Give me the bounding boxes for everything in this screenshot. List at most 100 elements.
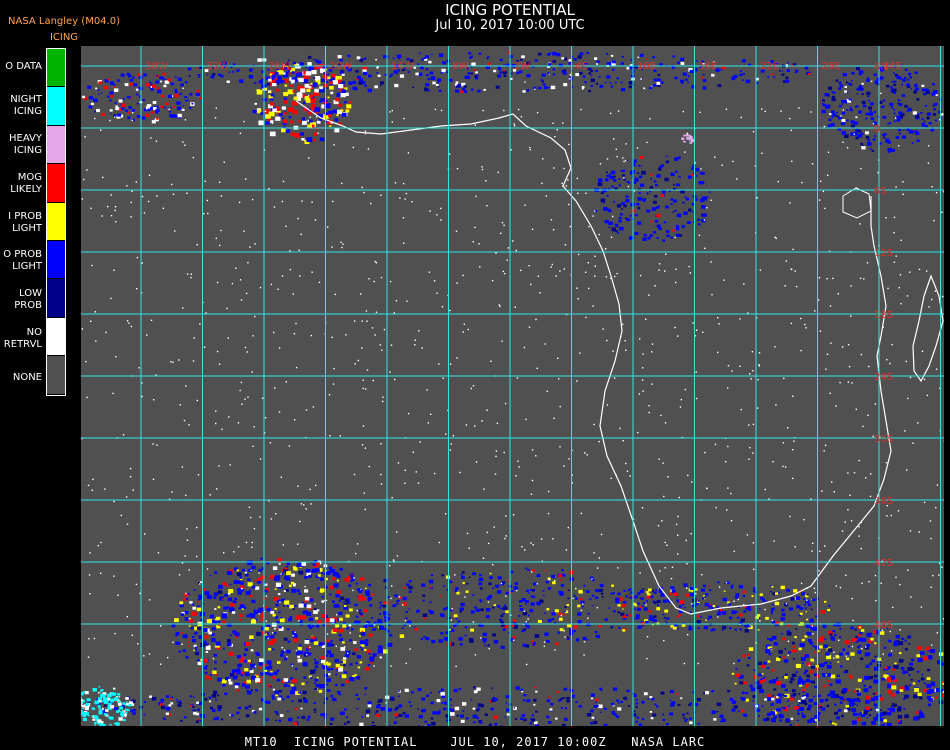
icing-pixel (453, 614, 458, 618)
icing-pixel (398, 690, 401, 692)
no-retrieval-pixel (902, 181, 904, 183)
icing-pixel (430, 574, 434, 576)
icing-pixel (797, 681, 801, 685)
no-retrieval-pixel (415, 471, 417, 473)
icing-pixel (618, 178, 621, 180)
no-retrieval-pixel (670, 577, 673, 580)
icing-pixel (182, 649, 186, 652)
no-retrieval-pixel (889, 630, 891, 633)
no-retrieval-pixel (463, 323, 465, 325)
icing-pixel (342, 601, 345, 603)
icing-pixel (938, 652, 944, 656)
icing-pixel (323, 72, 325, 74)
icing-pixel (191, 639, 196, 643)
icing-pixel (887, 683, 890, 685)
no-retrieval-pixel (144, 533, 146, 535)
no-retrieval-pixel (364, 130, 367, 132)
no-retrieval-pixel (749, 447, 751, 449)
no-retrieval-pixel (283, 649, 286, 651)
icing-pixel (610, 702, 614, 706)
no-retrieval-pixel (470, 387, 472, 390)
icing-pixel (223, 660, 227, 664)
icing-pixel (598, 76, 601, 78)
icing-pixel (275, 603, 279, 607)
icing-pixel (765, 616, 769, 620)
no-retrieval-pixel (389, 111, 391, 113)
icing-pixel (547, 72, 550, 75)
icing-pixel (426, 74, 429, 77)
icing-pixel (502, 613, 505, 615)
icing-pixel (97, 692, 100, 694)
icing-pixel (832, 722, 835, 725)
icing-pixel (908, 635, 912, 638)
icing-pixel (141, 116, 146, 120)
no-retrieval-pixel (648, 405, 650, 407)
icing-pixel (460, 719, 465, 723)
no-retrieval-pixel (271, 122, 274, 124)
no-retrieval-pixel (250, 569, 252, 572)
no-retrieval-pixel (822, 190, 825, 193)
no-retrieval-pixel (531, 449, 534, 451)
icing-pixel (711, 73, 715, 77)
icing-pixel (614, 81, 617, 84)
no-retrieval-pixel (495, 252, 497, 254)
icing-pixel (428, 609, 432, 613)
icing-pixel (587, 612, 590, 615)
icing-map[interactable]: 38W32W26W20W14W8W2W4E10E16E22E28E34E40E6… (81, 46, 944, 726)
no-retrieval-pixel (775, 404, 777, 406)
icing-pixel (155, 117, 159, 120)
icing-pixel (559, 698, 563, 701)
icing-pixel (174, 88, 178, 91)
no-retrieval-pixel (651, 351, 653, 353)
icing-pixel (672, 229, 675, 232)
no-retrieval-pixel (371, 327, 374, 329)
icing-pixel (778, 656, 782, 658)
icing-pixel (765, 649, 771, 654)
no-retrieval-pixel (104, 488, 106, 490)
icing-pixel (896, 690, 900, 694)
icing-pixel (598, 178, 603, 183)
no-retrieval-pixel (649, 118, 651, 120)
no-retrieval-pixel (646, 657, 648, 660)
no-retrieval-pixel (264, 110, 267, 112)
icing-pixel (635, 699, 638, 701)
icing-pixel (117, 709, 121, 712)
icing-pixel (194, 631, 198, 635)
no-retrieval-pixel (244, 346, 247, 349)
icing-pixel (916, 139, 920, 143)
no-retrieval-pixel (273, 206, 276, 208)
icing-pixel (637, 197, 643, 201)
icing-pixel (403, 586, 406, 589)
icing-pixel (861, 146, 866, 150)
icing-pixel (334, 118, 339, 122)
icing-pixel (113, 84, 116, 86)
icing-pixel (292, 566, 296, 569)
icing-pixel (694, 167, 700, 172)
no-retrieval-pixel (407, 412, 410, 415)
icing-pixel (431, 639, 436, 644)
no-retrieval-pixel (258, 572, 260, 574)
icing-pixel (672, 55, 675, 58)
icing-pixel (197, 74, 201, 77)
icing-pixel (513, 707, 516, 709)
no-retrieval-pixel (543, 641, 546, 643)
icing-pixel (780, 697, 783, 699)
icing-pixel (635, 706, 638, 709)
legend-swatch (47, 49, 65, 88)
icing-pixel (639, 590, 644, 593)
icing-pixel (811, 680, 815, 684)
icing-pixel (662, 713, 664, 716)
icing-pixel (249, 68, 253, 72)
icing-pixel (321, 595, 324, 598)
icing-pixel (289, 616, 293, 618)
no-retrieval-pixel (782, 442, 785, 444)
icing-pixel (906, 671, 909, 673)
legend-swatch (47, 317, 65, 357)
no-retrieval-pixel (898, 287, 900, 289)
no-retrieval-pixel (865, 646, 867, 648)
icing-pixel (318, 642, 323, 646)
icing-pixel (254, 580, 257, 582)
icing-pixel (190, 627, 194, 630)
icing-pixel (272, 613, 276, 617)
no-retrieval-pixel (863, 278, 865, 280)
